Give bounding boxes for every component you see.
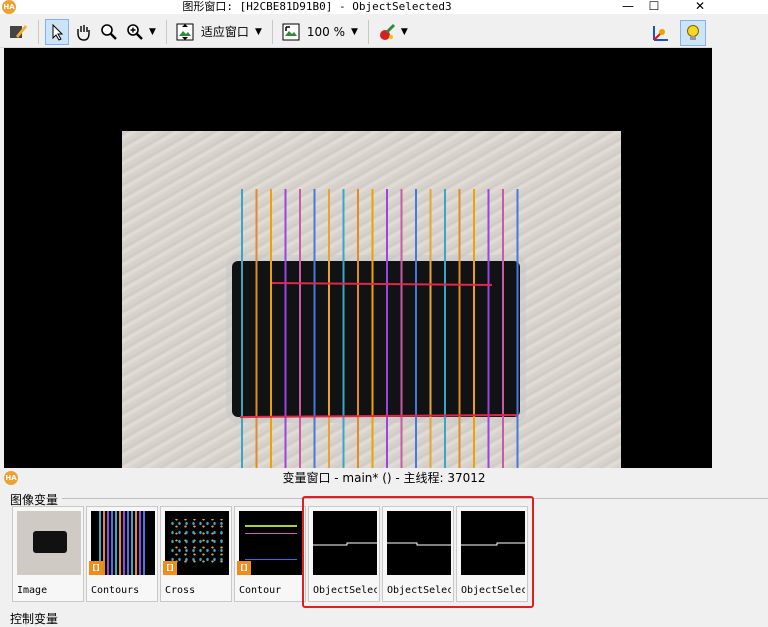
thumbnail-contours[interactable]: [] Contours — [86, 506, 158, 602]
graphics-canvas[interactable] — [4, 48, 712, 468]
variable-window-title-bar: HA 变量窗口 - main* () - 主线程: 37012 — [0, 468, 768, 488]
toolbar-separator — [367, 19, 369, 44]
control-badge-icon: [] — [237, 561, 251, 575]
thumbnail-cross[interactable]: [] Cross — [160, 506, 232, 602]
paint-dropdown-arrow[interactable]: ▼ — [401, 27, 408, 37]
lightbulb-icon[interactable] — [680, 20, 706, 46]
control-badge-icon: [] — [163, 561, 177, 575]
paint-icon[interactable] — [375, 19, 399, 45]
fit-window-label[interactable]: 适应窗口 — [201, 23, 249, 40]
edit-icon[interactable] — [6, 19, 30, 45]
displayed-image — [122, 131, 621, 468]
variable-window-title: 变量窗口 - main* () - 主线程: 37012 — [282, 471, 486, 485]
title-bar: HA 图形窗口: [H2CBE81D91B0] - ObjectSelected… — [0, 0, 768, 14]
toolbar-separator — [165, 19, 167, 44]
fit-window-icon[interactable] — [173, 19, 197, 45]
hand-icon[interactable] — [71, 19, 95, 45]
control-variables-label: 控制变量 — [10, 612, 59, 626]
fit-dropdown-arrow[interactable]: ▼ — [255, 27, 262, 37]
close-button[interactable]: ✕ — [680, 0, 720, 14]
thumbnail-label: Contours — [91, 585, 140, 596]
selected-contour-bottom — [239, 414, 518, 418]
thumbnail-image-preview — [17, 511, 81, 575]
contour-overlay — [239, 189, 519, 468]
magnifier-icon[interactable] — [97, 19, 121, 45]
window-title: 图形窗口: [H2CBE81D91B0] - ObjectSelected3 — [182, 0, 452, 13]
thumbnail-contour[interactable]: [] Contour — [234, 506, 306, 602]
zoom-percent-dropdown-arrow[interactable]: ▼ — [351, 27, 358, 37]
control-badge-icon: [] — [89, 561, 103, 575]
thumbnail-label: Cross — [165, 585, 196, 596]
zoom-dropdown-arrow[interactable]: ▼ — [149, 27, 156, 37]
right-toolbar-strip — [653, 16, 768, 468]
zoom-percent-label[interactable]: 100 % — [307, 25, 345, 39]
thumbnail-label: Contour — [239, 585, 282, 596]
selection-highlight — [302, 496, 534, 608]
thumbnail-label: Image — [17, 585, 48, 596]
maximize-button[interactable]: ☐ — [634, 0, 674, 14]
thumbnail-image[interactable]: Image — [12, 506, 84, 602]
toolbar-separator — [38, 19, 39, 44]
pointer-icon[interactable] — [45, 18, 69, 45]
graphics-toolbar: ▼ 适应窗口 ▼ 100 % ▼ ▼ — [0, 16, 712, 48]
zoom-in-icon[interactable] — [123, 19, 147, 45]
axes-icon[interactable] — [650, 22, 672, 44]
zoom-percent-icon[interactable] — [279, 19, 303, 45]
toolbar-separator — [271, 19, 273, 44]
